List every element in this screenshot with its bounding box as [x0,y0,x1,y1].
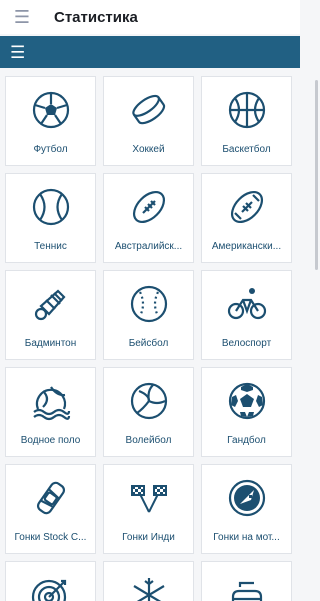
section-bar: ☰ [0,36,300,68]
page-title: Статистика [54,8,138,26]
sport-tile-football[interactable]: Футбол [5,76,96,166]
section-menu-icon[interactable]: ☰ [10,44,25,61]
sport-tile-australian-football[interactable]: Австралийск... [103,173,194,263]
water-polo-icon [31,381,71,421]
cyclist-icon [227,284,267,324]
sport-label: Гандбол [227,435,266,446]
app-bar: ☰ Статистика [0,0,300,34]
sport-tile-hockey[interactable]: Хоккей [103,76,194,166]
sport-label: Гонки Stock C... [14,532,87,543]
sport-label: Американски... [211,241,282,252]
sport-tile-winter[interactable] [103,561,194,601]
sport-tile-volleyball[interactable]: Волейбол [103,367,194,457]
snowflake-icon [129,575,169,601]
hockey-puck-icon [129,90,169,130]
sport-label: Хоккей [132,144,165,155]
sport-tile-american-football[interactable]: Американски... [201,173,292,263]
sport-tile-baseball[interactable]: Бейсбол [103,270,194,360]
shuttlecock-icon [31,284,71,324]
american-football-icon [227,187,267,227]
motorsport-badge-icon [227,478,267,518]
handball-icon [227,381,267,421]
sport-tile-handball[interactable]: Гандбол [201,367,292,457]
basketball-icon [227,90,267,130]
darts-target-icon [31,575,71,601]
sport-label: Теннис [34,241,67,252]
sport-label: Водное поло [20,435,81,446]
sport-label: Бадминтон [24,338,77,349]
baseball-icon [129,284,169,324]
sport-label: Футбол [33,144,68,155]
sport-tile-cycling[interactable]: Велоспорт [201,270,292,360]
sport-tile-basketball[interactable]: Баскетбол [201,76,292,166]
sport-label: Баскетбол [222,144,271,155]
australian-football-icon [129,187,169,227]
stock-car-icon [31,478,71,518]
sport-tile-indy[interactable]: Гонки Инди [103,464,194,554]
sport-label: Велоспорт [221,338,272,349]
sport-tile-water-polo[interactable]: Водное поло [5,367,96,457]
hamburger-icon[interactable]: ☰ [0,0,44,34]
sport-tile-tennis[interactable]: Теннис [5,173,96,263]
curling-stone-icon [227,575,267,601]
sport-tile-badminton[interactable]: Бадминтон [5,270,96,360]
sports-grid: Футбол Хоккей Баскетбол Теннис Австралий… [5,76,292,601]
sport-tile-darts[interactable] [5,561,96,601]
sport-label: Гонки Инди [122,532,175,543]
sport-tile-stock-car[interactable]: Гонки Stock C... [5,464,96,554]
sport-label: Бейсбол [128,338,169,349]
sport-label: Волейбол [125,435,172,446]
checkered-flags-icon [129,478,169,518]
tennis-ball-icon [31,187,71,227]
sport-tile-curling[interactable] [201,561,292,601]
sport-label: Гонки на мот... [213,532,280,543]
volleyball-icon [129,381,169,421]
sport-label: Австралийск... [114,241,183,252]
soccer-ball-icon [31,90,71,130]
scrollbar[interactable] [315,80,318,270]
sport-tile-motorsport[interactable]: Гонки на мот... [201,464,292,554]
